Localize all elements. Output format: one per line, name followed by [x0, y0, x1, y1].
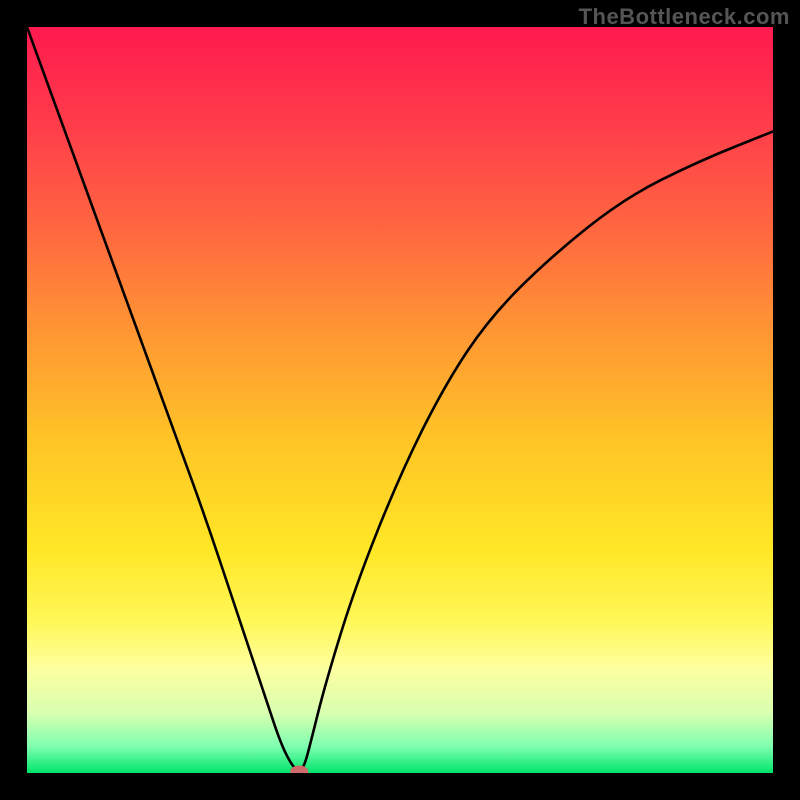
- gradient-background: [27, 27, 773, 773]
- chart-frame: TheBottleneck.com: [0, 0, 800, 800]
- plot-area: [27, 27, 773, 773]
- chart-svg: [27, 27, 773, 773]
- watermark-label: TheBottleneck.com: [579, 4, 790, 30]
